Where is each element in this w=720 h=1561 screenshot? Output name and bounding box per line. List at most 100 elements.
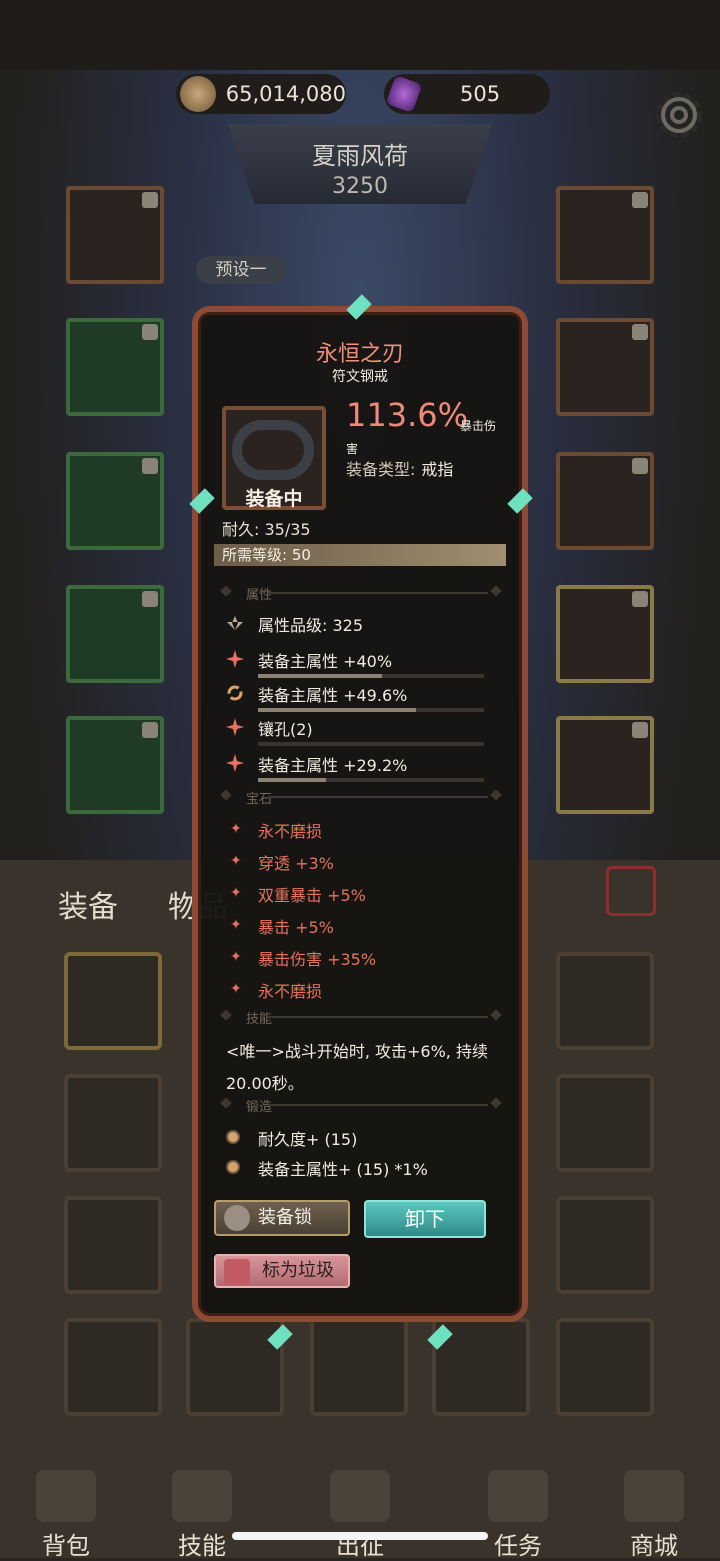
hero-name: 夏雨风荷 (312, 142, 408, 170)
inventory-slot[interactable] (64, 952, 162, 1050)
gem-text: 暴击伤害 +35% (258, 950, 377, 969)
gem-star-icon: ✦ (230, 917, 242, 933)
gem-star-icon: ✦ (230, 885, 242, 901)
inventory-slot[interactable] (310, 1318, 408, 1416)
inventory-slot[interactable] (556, 1318, 654, 1416)
attribute-bar (258, 778, 484, 782)
spark-icon (226, 650, 244, 668)
equip-slot-left-3[interactable] (66, 452, 164, 550)
forge-text: 装备主属性+ (15) *1% (258, 1160, 428, 1179)
lock-icon (632, 722, 648, 738)
inventory-slot[interactable] (64, 1196, 162, 1294)
lock-icon (632, 324, 648, 340)
mark-junk-label: 标为垃圾 (262, 1260, 334, 1281)
main-stat-label-cont: 害 (346, 442, 359, 456)
nav-shop[interactable]: 商城 (604, 1526, 704, 1561)
equipment-lock-label: 装备锁 (258, 1207, 312, 1228)
lock-icon (632, 591, 648, 607)
gem-counter: 505 (384, 74, 550, 114)
gold-counter: 65,014,080 (176, 74, 346, 114)
section-attributes: 属性 (220, 584, 502, 603)
lock-icon (142, 324, 158, 340)
unequip-button[interactable]: 卸下 (364, 1200, 486, 1238)
section-gems: 宝石 (220, 788, 502, 807)
attribute-text: 镶孔(2) (258, 720, 313, 739)
gem-star-icon: ✦ (230, 853, 242, 869)
gem-text: 永不磨损 (258, 982, 323, 1001)
spark-icon (226, 754, 244, 772)
section-skill: 技能 (220, 1008, 502, 1027)
equip-slot-right-4[interactable] (556, 585, 654, 683)
gem-star-icon: ✦ (230, 981, 242, 997)
equip-slot-left-2[interactable] (66, 318, 164, 416)
inventory-slot[interactable] (64, 1074, 162, 1172)
equipment-lock-button[interactable]: 装备锁 (214, 1200, 350, 1236)
gem-text: 双重暴击 +5% (258, 886, 366, 905)
sword-icon (330, 1470, 390, 1522)
attribute-bar (258, 708, 484, 712)
gem-text: 穿透 +3% (258, 854, 334, 873)
attribute-text: 装备主属性 +40% (258, 652, 393, 671)
bottom-nav: 背包 技能 出征 任务 商城 (0, 1460, 720, 1561)
gold-coin-icon (180, 76, 216, 112)
required-level: 所需等级: 50 (214, 544, 506, 566)
status-bar-area (0, 0, 720, 70)
inventory-slot[interactable] (556, 952, 654, 1050)
lotus-icon (227, 616, 243, 630)
equip-slot-right-5[interactable] (556, 716, 654, 814)
item-name: 永恒之刃 (315, 342, 404, 367)
forge-text: 耐久度+ (15) (258, 1130, 358, 1149)
gem-value: 505 (460, 82, 501, 106)
backpack-icon (36, 1470, 96, 1522)
equip-type: 装备类型: 戒指 (346, 456, 453, 480)
attribute-text: 装备主属性 +49.6% (258, 686, 408, 705)
equip-slot-left-4[interactable] (66, 585, 164, 683)
durability: 耐久: 35/35 (222, 520, 311, 539)
inventory-slot[interactable] (64, 1318, 162, 1416)
equip-slot-ring-1[interactable] (556, 318, 654, 416)
lock-icon (632, 458, 648, 474)
equip-slot-left-5[interactable] (66, 716, 164, 814)
mark-junk-button[interactable]: 标为垃圾 (214, 1254, 350, 1288)
trash-icon[interactable] (606, 866, 656, 916)
trash-bin-icon (224, 1259, 250, 1285)
inventory-slot[interactable] (556, 1196, 654, 1294)
equip-slot-ring-2[interactable] (556, 452, 654, 550)
equip-slot-head[interactable] (66, 186, 164, 284)
home-indicator[interactable] (232, 1532, 488, 1540)
lock-icon (142, 591, 158, 607)
attribute-bar-fill (258, 674, 383, 678)
gem-text: 暴击 +5% (258, 918, 334, 937)
equip-slot-necklace[interactable] (556, 186, 654, 284)
attribute-bar (258, 674, 484, 678)
main-stat-label: 暴击伤 (460, 419, 497, 433)
attribute-bar (258, 742, 484, 746)
ring-icon (232, 420, 314, 480)
gear-icon[interactable] (652, 88, 706, 142)
lock-icon (632, 192, 648, 208)
inventory-slot[interactable] (556, 1074, 654, 1172)
refresh-icon (227, 685, 243, 701)
lock-icon (142, 458, 158, 474)
gold-value: 65,014,080 (225, 82, 346, 106)
gem-star-icon: ✦ (230, 821, 242, 837)
tab-equipment[interactable]: 装备 (58, 882, 118, 926)
spark-icon (226, 718, 244, 736)
skill-description: <唯一>战斗开始时, 攻击+6%, 持续20.00秒。 (226, 1042, 488, 1093)
skill-book-icon (172, 1470, 232, 1522)
nav-backpack[interactable]: 背包 (16, 1526, 116, 1561)
lock-icon (142, 192, 158, 208)
gem-star-icon: ✦ (230, 949, 242, 965)
item-subtitle: 符文钢戒 (332, 369, 388, 385)
equip-type-label: 装备类型: (346, 460, 416, 479)
inventory-slot[interactable] (186, 1318, 284, 1416)
attribute-text: 装备主属性 +29.2% (258, 756, 408, 775)
preset-button[interactable]: 预设一 (196, 256, 286, 284)
purple-crystal-icon (385, 75, 423, 113)
attribute-bar-fill (258, 708, 417, 712)
attribute-tier-text: 属性品级: 325 (258, 616, 364, 635)
gem-text: 永不磨损 (258, 822, 323, 841)
shop-icon (624, 1470, 684, 1522)
equipped-label: 装备中 (245, 488, 303, 510)
lock-icon (142, 722, 158, 738)
